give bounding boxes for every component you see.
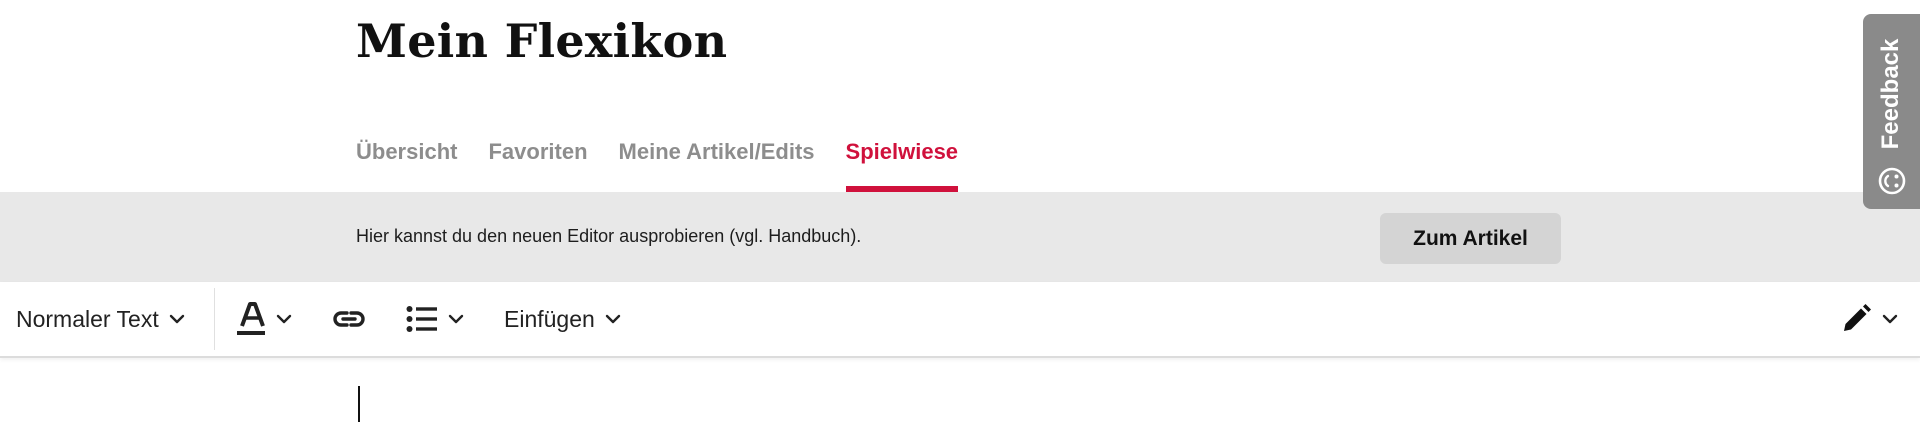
text-style-dropdown[interactable]: Normaler Text xyxy=(16,282,185,356)
link-icon xyxy=(332,309,366,329)
page-title: Mein Flexikon xyxy=(356,14,728,68)
text-style-button[interactable] xyxy=(236,282,292,356)
editor-toolbar: Normaler Text Einfügen xyxy=(0,282,1920,358)
tab-uebersicht[interactable]: Übersicht xyxy=(356,128,457,192)
smiley-icon xyxy=(1877,166,1907,201)
pencil-icon xyxy=(1840,303,1872,335)
edit-mode-dropdown[interactable] xyxy=(1840,282,1898,356)
tab-bar: Übersicht Favoriten Meine Artikel/Edits … xyxy=(356,128,958,192)
text-cursor[interactable] xyxy=(358,386,360,422)
chevron-down-icon xyxy=(169,314,185,324)
toolbar-divider xyxy=(214,288,215,350)
chevron-down-icon xyxy=(605,314,621,324)
tab-meine-artikel-edits[interactable]: Meine Artikel/Edits xyxy=(619,128,815,192)
list-icon xyxy=(406,305,438,333)
text-style-label: Normaler Text xyxy=(16,305,159,332)
link-button[interactable] xyxy=(332,282,366,356)
chevron-down-icon xyxy=(448,314,464,324)
list-button[interactable] xyxy=(406,282,464,356)
insert-label: Einfügen xyxy=(504,305,595,332)
text-style-icon xyxy=(236,302,266,336)
zum-artikel-button[interactable]: Zum Artikel xyxy=(1380,213,1561,264)
feedback-label: Feedback xyxy=(1877,38,1904,150)
chevron-down-icon xyxy=(1882,314,1898,324)
info-text: Hier kannst du den neuen Editor ausprobi… xyxy=(356,226,862,246)
chevron-down-icon xyxy=(276,314,292,324)
tab-spielwiese[interactable]: Spielwiese xyxy=(845,128,958,192)
info-bar: Hier kannst du den neuen Editor ausprobi… xyxy=(0,192,1920,282)
insert-dropdown[interactable]: Einfügen xyxy=(504,282,621,356)
tab-favoriten[interactable]: Favoriten xyxy=(488,128,587,192)
feedback-tab[interactable]: Feedback xyxy=(1863,14,1920,209)
